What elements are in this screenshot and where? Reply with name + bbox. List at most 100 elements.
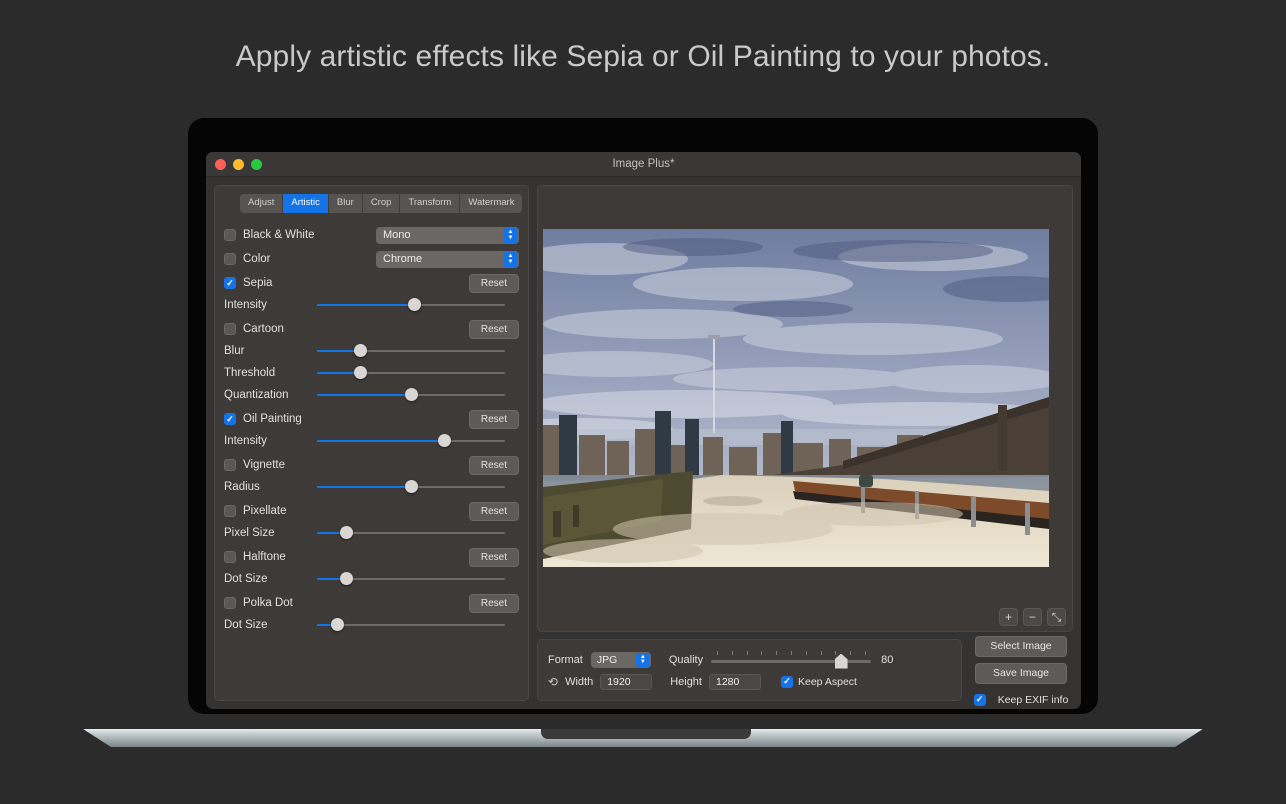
zoom-out-icon[interactable]: − xyxy=(1023,608,1042,626)
slider-track xyxy=(317,624,505,626)
slider-cartoon-quantization[interactable] xyxy=(317,388,505,402)
reset-button-pixellate[interactable]: Reset xyxy=(468,501,519,521)
save-image-button[interactable]: Save Image xyxy=(975,663,1067,684)
label-oil-painting-intensity: Intensity xyxy=(224,435,267,447)
checkbox-black-and-white[interactable] xyxy=(224,229,236,241)
height-input[interactable]: 1280 xyxy=(708,673,761,690)
slider-thumb[interactable] xyxy=(404,480,418,493)
keep-aspect-row: Keep Aspect xyxy=(780,675,857,688)
slider-vignette-radius[interactable] xyxy=(317,480,505,494)
checkbox-polka-dot[interactable] xyxy=(224,597,236,609)
select-black-and-white-value: Mono xyxy=(383,229,411,241)
effect-row-pixellate: Pixellate Reset xyxy=(224,501,519,522)
reset-button-sepia[interactable]: Reset xyxy=(468,273,519,293)
quality-tick xyxy=(850,650,852,655)
quality-ticks xyxy=(711,650,871,656)
slider-row-pixellate-pixel-size: Pixel Size xyxy=(224,523,519,544)
effect-row-polka-dot: Polka Dot Reset xyxy=(224,593,519,614)
effect-row-oil-painting: Oil Painting Reset xyxy=(224,409,519,430)
keep-exif-row: Keep EXIF info xyxy=(973,693,1069,706)
slider-thumb[interactable] xyxy=(437,434,451,447)
slider-thumb[interactable] xyxy=(408,298,421,311)
slider-sepia-intensity[interactable] xyxy=(317,298,505,312)
width-input[interactable]: 1920 xyxy=(600,673,653,690)
checkbox-cartoon[interactable] xyxy=(224,323,236,335)
slider-thumb[interactable] xyxy=(339,526,353,539)
chevron-updown-icon: ▲ ▼ xyxy=(503,227,518,243)
checkbox-halftone[interactable] xyxy=(224,551,236,563)
slider-oil-painting-intensity[interactable] xyxy=(317,434,505,448)
tab-adjust[interactable]: Adjust xyxy=(240,194,284,213)
slider-cartoon-blur[interactable] xyxy=(317,344,505,358)
checkbox-keep-aspect[interactable] xyxy=(780,675,793,688)
reset-button-halftone[interactable]: Reset xyxy=(468,547,519,567)
label-pixellate: Pixellate xyxy=(243,505,287,517)
slider-polka-dot-dot-size[interactable] xyxy=(317,618,505,632)
label-cartoon-blur: Blur xyxy=(224,345,245,357)
reset-button-polka-dot[interactable]: Reset xyxy=(468,593,519,613)
slider-thumb[interactable] xyxy=(353,344,367,357)
checkbox-oil-painting[interactable] xyxy=(224,413,236,425)
window-title: Image Plus* xyxy=(612,158,675,170)
tab-transform[interactable]: Transform xyxy=(400,194,461,213)
chevron-updown-icon: ▲ ▼ xyxy=(635,652,650,667)
right-column: + − ⤡ Format JPG ▲ ▼ Quality 80 ⟳ Width … xyxy=(537,185,1073,706)
tab-artistic[interactable]: Artistic xyxy=(283,194,329,213)
select-format-value: JPG xyxy=(596,653,618,666)
slider-quality[interactable] xyxy=(711,650,872,669)
preview-zoom-controls: + − ⤡ xyxy=(999,608,1066,626)
slider-row-oil-painting-intensity: Intensity xyxy=(224,431,519,452)
select-format[interactable]: JPG ▲ ▼ xyxy=(590,651,651,668)
select-black-and-white-preset[interactable]: Mono ▲ ▼ xyxy=(376,226,519,244)
label-width: Width xyxy=(565,675,594,688)
label-halftone: Halftone xyxy=(243,551,286,563)
tab-crop[interactable]: Crop xyxy=(362,194,401,213)
checkbox-vignette[interactable] xyxy=(224,459,236,471)
chevron-updown-icon: ▲ ▼ xyxy=(503,251,518,267)
reset-button-cartoon[interactable]: Reset xyxy=(468,319,519,339)
quality-tick xyxy=(761,650,763,655)
slider-pixellate-pixel-size[interactable] xyxy=(317,526,505,540)
label-cartoon-quantization: Quantization xyxy=(224,389,289,401)
slider-thumb[interactable] xyxy=(353,366,367,379)
slider-halftone-dot-size[interactable] xyxy=(317,572,505,586)
checkbox-keep-exif[interactable] xyxy=(973,693,986,706)
slider-thumb[interactable] xyxy=(339,572,353,585)
zoom-in-icon[interactable]: + xyxy=(999,608,1018,626)
reset-button-oil-painting[interactable]: Reset xyxy=(468,409,519,429)
label-color: Color xyxy=(243,253,271,265)
label-vignette: Vignette xyxy=(243,459,285,471)
fit-to-screen-icon[interactable]: ⤡ xyxy=(1047,608,1066,626)
select-color-preset[interactable]: Chrome ▲ ▼ xyxy=(376,250,519,268)
slider-thumb[interactable] xyxy=(834,653,848,669)
slider-row-vignette-radius: Radius xyxy=(224,477,519,498)
label-keep-exif: Keep EXIF info xyxy=(997,693,1069,706)
export-row-format: Format JPG ▲ ▼ Quality 80 xyxy=(548,650,951,669)
image-preview[interactable] xyxy=(543,229,1049,567)
label-sepia: Sepia xyxy=(243,277,273,289)
slider-cartoon-threshold[interactable] xyxy=(317,366,505,380)
refresh-icon[interactable]: ⟳ xyxy=(548,675,558,689)
window-body: Adjust Artistic Blur Crop Transform Wate… xyxy=(206,177,1081,709)
label-quality: Quality xyxy=(668,653,704,666)
checkbox-pixellate[interactable] xyxy=(224,505,236,517)
checkbox-sepia[interactable] xyxy=(224,277,236,289)
label-black-and-white: Black & White xyxy=(243,229,315,241)
tab-blur[interactable]: Blur xyxy=(328,194,363,213)
actions-panel: Select Image Save Image Keep EXIF info xyxy=(969,636,1073,706)
label-keep-aspect: Keep Aspect xyxy=(797,675,857,688)
slider-thumb[interactable] xyxy=(331,618,344,631)
slider-thumb[interactable] xyxy=(404,388,418,401)
label-sepia-intensity: Intensity xyxy=(224,299,267,311)
checkbox-color[interactable] xyxy=(224,253,236,265)
preview-panel: + − ⤡ xyxy=(537,185,1073,632)
tab-watermark[interactable]: Watermark xyxy=(460,194,523,213)
app-window: Image Plus* Adjust Artistic Blur Crop Tr… xyxy=(206,152,1081,709)
select-image-button[interactable]: Select Image xyxy=(975,636,1067,657)
laptop-base-notch xyxy=(541,729,751,739)
label-cartoon-threshold: Threshold xyxy=(224,367,276,379)
label-pixellate-pixel-size: Pixel Size xyxy=(224,527,275,539)
effect-row-halftone: Halftone Reset xyxy=(224,547,519,568)
slider-row-polka-dot-dot-size: Dot Size xyxy=(224,615,519,636)
reset-button-vignette[interactable]: Reset xyxy=(468,455,519,475)
